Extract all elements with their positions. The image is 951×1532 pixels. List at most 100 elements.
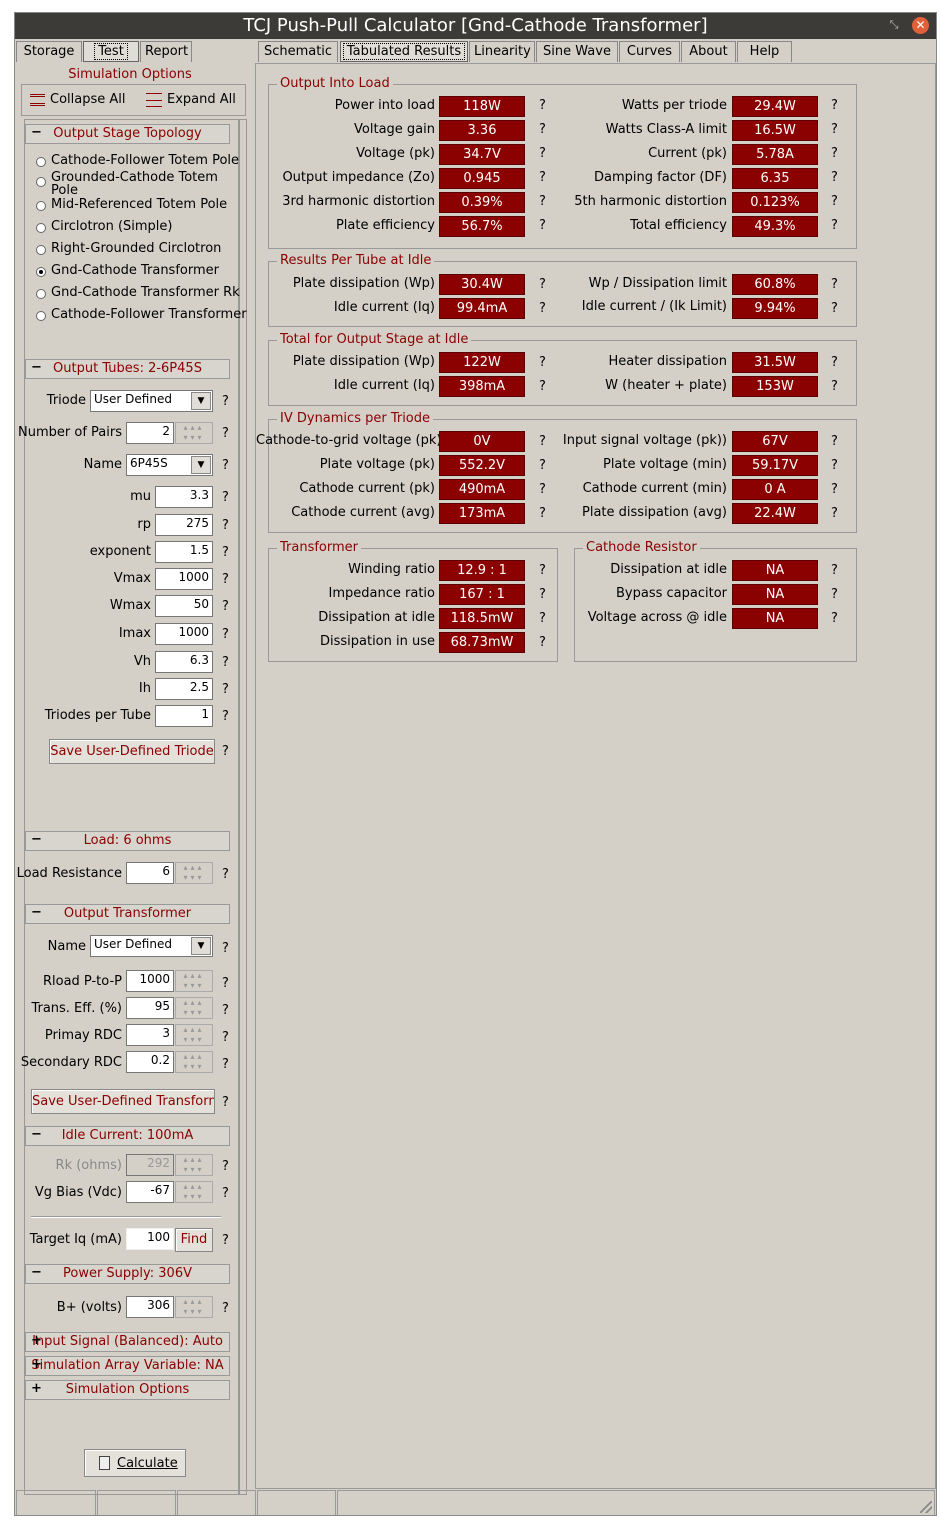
help-icon[interactable]: ? — [222, 394, 229, 409]
rp-input[interactable]: 275 — [155, 514, 213, 536]
rload-spinner[interactable]: ▴▴▴ ▾▾▾ — [175, 970, 213, 992]
help-icon[interactable]: ? — [539, 277, 546, 292]
help-icon[interactable]: ? — [222, 426, 229, 441]
imax-input[interactable]: 1000 — [155, 623, 213, 645]
help-icon[interactable]: ? — [222, 867, 229, 882]
help-icon[interactable]: ? — [222, 941, 229, 956]
help-icon[interactable]: ? — [831, 122, 838, 137]
help-icon[interactable]: ? — [222, 1003, 229, 1018]
help-icon[interactable]: ? — [222, 518, 229, 533]
tube-name-select[interactable]: 6P45S ▼ — [126, 454, 213, 476]
help-icon[interactable]: ? — [831, 170, 838, 185]
vg-bias-spinner[interactable]: ▴▴▴ ▾▾▾ — [175, 1181, 213, 1203]
vmax-input[interactable]: 1000 — [155, 568, 213, 590]
radio-gnd-cathode-transformer-rk[interactable]: Gnd-Cathode Transformer Rk — [36, 285, 240, 305]
efficiency-spinner[interactable]: ▴▴▴ ▾▾▾ — [175, 997, 213, 1019]
help-icon[interactable]: ? — [539, 146, 546, 161]
help-icon[interactable]: ? — [539, 355, 546, 370]
load-section-header[interactable]: − Load: 6 ohms — [25, 831, 230, 851]
tab-about[interactable]: About — [681, 41, 736, 62]
help-icon[interactable]: ? — [539, 434, 546, 449]
help-icon[interactable]: ? — [222, 709, 229, 724]
help-icon[interactable]: ? — [539, 506, 546, 521]
calculate-button[interactable]: Calculate — [84, 1449, 186, 1477]
help-icon[interactable]: ? — [222, 458, 229, 473]
load-spinner[interactable]: ▴▴▴ ▾▾▾ — [175, 862, 213, 884]
power-supply-section-header[interactable]: − Power Supply: 306V — [25, 1264, 230, 1284]
help-icon[interactable]: ? — [831, 563, 838, 578]
help-icon[interactable]: ? — [539, 635, 546, 650]
help-icon[interactable]: ? — [831, 301, 838, 316]
scrollbar[interactable] — [239, 119, 247, 1495]
b-plus-input[interactable]: 306 — [126, 1296, 174, 1318]
help-icon[interactable]: ? — [539, 122, 546, 137]
topology-section-header[interactable]: − Output Stage Topology — [25, 124, 230, 144]
help-icon[interactable]: ? — [831, 611, 838, 626]
close-icon[interactable]: ✕ — [912, 17, 929, 34]
target-iq-input[interactable]: 100 — [126, 1228, 174, 1250]
help-icon[interactable]: ? — [539, 611, 546, 626]
wmax-input[interactable]: 50 — [155, 595, 213, 617]
minimize-icon[interactable]: ⤡ — [887, 18, 901, 32]
pairs-spinner[interactable]: ▴▴▴ ▾▾▾ — [175, 422, 213, 444]
help-icon[interactable]: ? — [222, 1233, 229, 1248]
radio-circlotron-simple[interactable]: Circlotron (Simple) — [36, 219, 236, 239]
find-button[interactable]: Find — [175, 1228, 213, 1252]
secondary-rdc-spinner[interactable]: ▴▴▴ ▾▾▾ — [175, 1051, 213, 1073]
help-icon[interactable]: ? — [222, 1095, 229, 1110]
collapse-all-button[interactable]: Collapse All — [30, 92, 130, 110]
rload-input[interactable]: 1000 — [126, 970, 174, 992]
chevron-down-icon[interactable]: ▼ — [191, 392, 211, 410]
help-icon[interactable]: ? — [831, 277, 838, 292]
help-icon[interactable]: ? — [222, 1186, 229, 1201]
save-transformer-button[interactable]: Save User-Defined Transformer — [31, 1089, 215, 1114]
help-icon[interactable]: ? — [222, 1030, 229, 1045]
radio-right-grounded-circlotron[interactable]: Right-Grounded Circlotron — [36, 241, 236, 261]
help-icon[interactable]: ? — [831, 98, 838, 113]
chevron-down-icon[interactable]: ▼ — [191, 456, 211, 474]
help-icon[interactable]: ? — [539, 587, 546, 602]
tab-help[interactable]: Help — [737, 41, 792, 62]
help-icon[interactable]: ? — [222, 682, 229, 697]
help-icon[interactable]: ? — [831, 218, 838, 233]
help-icon[interactable]: ? — [831, 355, 838, 370]
help-icon[interactable]: ? — [831, 434, 838, 449]
pairs-input[interactable]: 2 — [126, 422, 174, 444]
vg-bias-input[interactable]: -67 — [126, 1181, 174, 1203]
help-icon[interactable]: ? — [222, 490, 229, 505]
expand-all-button[interactable]: Expand All — [146, 92, 246, 110]
help-icon[interactable]: ? — [831, 482, 838, 497]
idle-current-section-header[interactable]: − Idle Current: 100mA — [25, 1126, 230, 1146]
radio-cathode-follower-transformer[interactable]: Cathode-Follower Transformer — [36, 307, 247, 327]
help-icon[interactable]: ? — [539, 98, 546, 113]
primary-rdc-spinner[interactable]: ▴▴▴ ▾▾▾ — [175, 1024, 213, 1046]
help-icon[interactable]: ? — [539, 458, 546, 473]
triodes-per-tube-input[interactable]: 1 — [155, 705, 213, 727]
help-icon[interactable]: ? — [539, 379, 546, 394]
help-icon[interactable]: ? — [222, 599, 229, 614]
exponent-input[interactable]: 1.5 — [155, 541, 213, 563]
help-icon[interactable]: ? — [831, 506, 838, 521]
help-icon[interactable]: ? — [831, 146, 838, 161]
help-icon[interactable]: ? — [222, 1159, 229, 1174]
simulation-options-section-header[interactable]: + Simulation Options — [25, 1380, 230, 1400]
help-icon[interactable]: ? — [831, 587, 838, 602]
help-icon[interactable]: ? — [539, 218, 546, 233]
efficiency-input[interactable]: 95 — [126, 997, 174, 1019]
ih-input[interactable]: 2.5 — [155, 678, 213, 700]
tab-sine-wave[interactable]: Sine Wave — [536, 41, 618, 62]
tab-storage[interactable]: Storage — [16, 41, 82, 62]
triode-select[interactable]: User Defined ▼ — [90, 390, 213, 412]
load-resistance-input[interactable]: 6 — [126, 862, 174, 884]
help-icon[interactable]: ? — [222, 627, 229, 642]
help-icon[interactable]: ? — [831, 379, 838, 394]
help-icon[interactable]: ? — [539, 170, 546, 185]
simulation-array-section-header[interactable]: + Simulation Array Variable: NA — [25, 1356, 230, 1376]
help-icon[interactable]: ? — [831, 458, 838, 473]
help-icon[interactable]: ? — [222, 572, 229, 587]
output-transformer-section-header[interactable]: − Output Transformer — [25, 904, 230, 924]
help-icon[interactable]: ? — [222, 655, 229, 670]
output-tubes-section-header[interactable]: − Output Tubes: 2-6P45S — [25, 359, 230, 379]
resize-grip-icon[interactable] — [920, 1501, 932, 1513]
secondary-rdc-input[interactable]: 0.2 — [126, 1051, 174, 1073]
